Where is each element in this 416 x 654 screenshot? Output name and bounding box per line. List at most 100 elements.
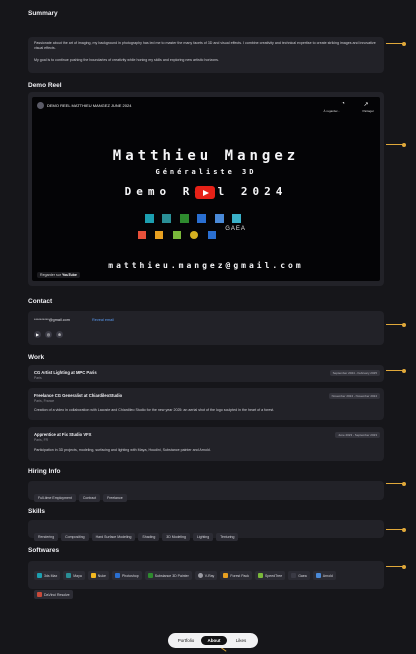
video-title[interactable]: DEMO REEL MATTHIEU MANGEZ JUNE 2024 — [47, 103, 131, 108]
summary-card: Passionate about the art of imaging, my … — [28, 37, 384, 73]
software-label: Maya — [73, 573, 82, 578]
3dsmax-icon — [37, 573, 42, 578]
arnold-icon — [315, 573, 321, 578]
software-label: Nuke — [97, 573, 106, 578]
skill-chip: Hard Surface Modeling — [91, 533, 136, 541]
work-title: Apprentice at Fix Studio VFX — [34, 432, 92, 437]
tab-portfolio[interactable]: Portfolio — [172, 636, 200, 645]
software-chip: Nuke — [87, 571, 109, 580]
photoshop-icon — [114, 573, 120, 578]
tab-likes[interactable]: Likes — [228, 636, 254, 645]
vray-icon — [197, 573, 203, 578]
reel-name: Matthieu Mangez — [112, 148, 300, 164]
skills-chips: Rendering Compositing Hard Surface Modelin… — [34, 525, 378, 543]
work-dates: November 2024 - November 2024 — [328, 393, 380, 399]
summary-paragraph-1: Passionate about the art of imaging, my … — [34, 41, 376, 51]
arnold-logo-icon — [232, 214, 242, 223]
share-icon: ↗ — [363, 102, 369, 108]
masked-email: **********@gmail.com — [34, 318, 70, 322]
software-chip: Arnold — [312, 571, 336, 580]
softwares-card: 3ds Max Maya Nuke Photoshop Substance 3D Pai… — [28, 561, 384, 599]
work-entry[interactable]: Freelance CG Generalist at ChiardileoStu… — [28, 388, 384, 420]
share-button[interactable]: ↗ — [360, 101, 372, 108]
reel-role: Généraliste 3D — [155, 168, 257, 176]
skill-chip: Lighting — [192, 533, 214, 541]
work-title: Freelance CG Generalist at ChiardileoStu… — [34, 393, 123, 398]
software-label: Forest Pack — [230, 573, 249, 578]
davinci-logo-icon — [138, 231, 146, 239]
software-logos-row-2: GAEA — [138, 226, 246, 244]
work-dates: June 2023 - September 2023 — [335, 432, 380, 438]
work-entry[interactable]: Apprentice at Fix Studio VFX Paris, FR J… — [28, 427, 384, 461]
work-heading: Work — [28, 354, 45, 361]
annotation-pointer — [386, 322, 406, 327]
hiring-card: Full-time Employment Contract Freelance — [28, 481, 384, 502]
annotation-pointer — [386, 527, 406, 532]
substance-logo-icon — [179, 214, 189, 223]
work-location: Paris, FR — [34, 438, 49, 442]
demo-reel-card: DEMO REEL MATTHIEU MANGEZ JUNE 2024 ◔ À … — [28, 92, 384, 286]
work-entry[interactable]: CG Artist Lighting at MPC Paris Paris Se… — [28, 365, 384, 382]
play-button[interactable] — [195, 186, 215, 199]
channel-avatar[interactable] — [37, 102, 44, 109]
software-label: V-Ray — [204, 573, 215, 578]
instagram-icon[interactable]: ◎ — [45, 331, 52, 338]
demo-reel-heading: Demo Reel — [28, 82, 62, 89]
share-label: Partager — [362, 109, 374, 113]
work-location: Paris, France — [34, 399, 55, 403]
skill-chip: Rendering — [34, 533, 59, 541]
skill-chip: Texturing — [216, 533, 239, 541]
softwares-heading: Softwares — [28, 547, 60, 554]
3dsmax-logo-icon — [145, 214, 154, 223]
gaea-logo: GAEA — [225, 226, 246, 232]
contact-card: **********@gmail.com Reveal email ▶ ◎ ⊕ — [28, 311, 384, 345]
skill-chip: Compositing — [61, 533, 89, 541]
annotation-pointer — [386, 368, 406, 373]
work-title: CG Artist Lighting at MPC Paris — [34, 370, 97, 375]
software-chip: DaVinci Resolve — [34, 590, 73, 599]
software-chip: SpeedTree — [255, 571, 286, 580]
software-label: SpeedTree — [265, 573, 283, 578]
summary-paragraph-2: My goal is to continue pushing the bound… — [34, 58, 219, 62]
nuke-logo-icon — [207, 231, 216, 239]
watch-on-label: Regarder sur — [40, 273, 61, 277]
summary-heading: Summary — [28, 10, 58, 17]
work-description: Creation of a video in collaboration wit… — [34, 408, 275, 412]
profile-tabs: Portfolio About Likes — [168, 633, 258, 648]
software-chip: 3ds Max — [34, 571, 61, 580]
software-label: Photoshop — [121, 573, 139, 578]
blender-logo-icon — [214, 214, 224, 223]
watch-on-youtube-button[interactable]: Regarder sur YouTube — [37, 272, 80, 278]
hiring-chip: Full-time Employment — [34, 494, 76, 502]
software-chip: Photoshop — [111, 571, 142, 580]
globe-icon[interactable]: ⊕ — [56, 331, 63, 338]
vray-logo-icon — [190, 231, 199, 239]
tab-about[interactable]: About — [201, 636, 227, 645]
youtube-icon[interactable]: ▶ — [34, 331, 41, 338]
software-label: Arnold — [322, 573, 333, 578]
nuke-icon — [90, 573, 96, 578]
reveal-email-link[interactable]: Reveal email — [92, 318, 114, 322]
contact-heading: Contact — [28, 298, 53, 305]
forestpack-logo-icon — [155, 231, 164, 239]
software-chip: Substance 3D Painter — [144, 571, 192, 580]
reel-email: matthieu.mangez@gmail.com — [108, 261, 304, 270]
forest-pack-icon — [223, 573, 229, 578]
substance-painter-icon — [147, 573, 153, 578]
video-player[interactable]: DEMO REEL MATTHIEU MANGEZ JUNE 2024 ◔ À … — [32, 97, 380, 281]
annotation-pointer — [386, 564, 406, 569]
watch-later-button[interactable]: ◔ — [338, 101, 348, 107]
watch-later-label: À regarder... — [323, 109, 340, 113]
software-label: Gaea — [298, 573, 307, 578]
clock-icon: ◔ — [341, 101, 345, 107]
hiring-chips: Full-time Employment Contract Freelance — [34, 486, 378, 504]
annotation-pointer — [386, 142, 406, 147]
skills-heading: Skills — [28, 508, 45, 515]
software-chip: V-Ray — [194, 571, 218, 580]
work-description: Participation in 3D projects, modeling, … — [34, 448, 211, 452]
skills-card: Rendering Compositing Hard Surface Modelin… — [28, 520, 384, 541]
hiring-chip: Freelance — [103, 494, 127, 502]
speedtree-logo-icon — [172, 231, 181, 239]
skill-chip: 3D Modeling — [162, 533, 190, 541]
software-chip: Forest Pack — [220, 571, 252, 580]
